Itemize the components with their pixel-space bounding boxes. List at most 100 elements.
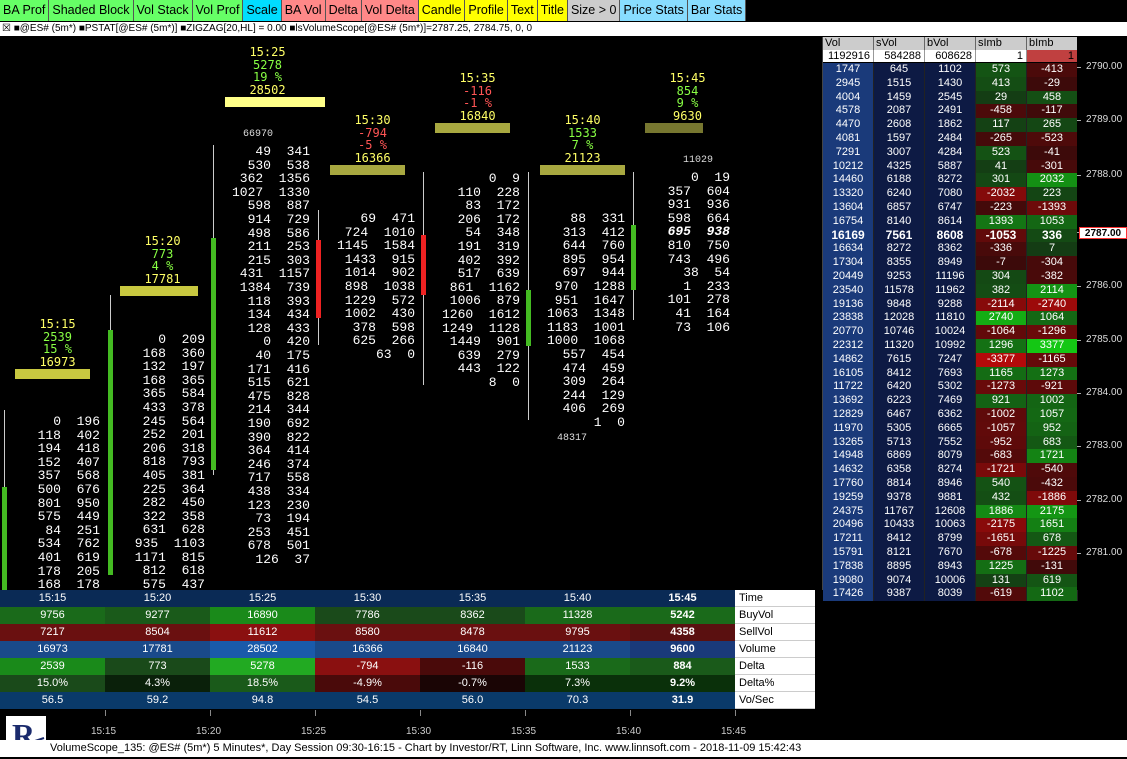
price-table-cell: 11810 (925, 311, 976, 326)
stats-cell: 28502 (210, 641, 315, 658)
price-table-cell: 6240 (874, 187, 925, 201)
footprint-row: 500 676 (37, 482, 100, 497)
price-table-cell: -619 (976, 587, 1027, 602)
price-table-row: 14948 6869 8079 -683 1721 (823, 449, 1078, 464)
stats-row-time: 15:15 15:20 15:25 15:30 15:35 15:40 15:45 Time (0, 590, 815, 607)
toolbar-button-text[interactable]: Text (507, 0, 538, 21)
price-table-header-bimb[interactable]: bImb (1027, 37, 1078, 50)
stats-cell: 9277 (105, 607, 210, 624)
price-table-header-svol[interactable]: sVol (874, 37, 925, 50)
toolbar-button-delta[interactable]: Delta (325, 0, 362, 21)
price-table-cell: 14460 (823, 173, 874, 188)
price-table-cell: 2608 (874, 118, 925, 132)
footprint-row: 1433 915 (344, 251, 415, 267)
footprint-row: 110 228 (457, 184, 520, 200)
price-table-cell: -131 (1027, 559, 1078, 574)
bar-max-volume-label: 48317 (557, 433, 588, 444)
stats-cell: 15:40 (525, 590, 630, 607)
price-table-header-simb[interactable]: sImb (976, 37, 1027, 50)
price-table-cell: 921 (976, 394, 1027, 408)
price-table-cell: 1747 (823, 63, 874, 77)
footprint-row: 191 319 (457, 239, 520, 254)
price-table-cell: 8949 (925, 256, 976, 270)
toolbar-button-candle[interactable]: Candle (418, 0, 466, 21)
price-table-cell: 1053 (1027, 214, 1078, 229)
price-table-cell: 1296 (976, 339, 1027, 353)
price-table-cell: 8614 (925, 214, 976, 229)
price-table-header-vol[interactable]: Vol (823, 37, 874, 50)
footprint-row: 168 365 (142, 372, 205, 388)
footprint-row: 639 279 (457, 347, 520, 363)
toolbar-button-vol-delta[interactable]: Vol Delta (361, 0, 419, 21)
bar-volume-box (330, 165, 405, 175)
stats-cell: 17781 (105, 641, 210, 658)
price-table-row: 24375 11767 12608 1886 2175 (823, 504, 1078, 519)
toolbar-button-ba-vol[interactable]: BA Vol (281, 0, 326, 21)
price-table-cell: 1102 (925, 63, 976, 77)
footprint-row: 69 471 (360, 211, 415, 226)
price-table-cell: 16169 (823, 228, 874, 243)
footprint-row: 83 172 (465, 198, 520, 214)
candle-body (211, 238, 216, 470)
footprint-row: 678 501 (247, 538, 310, 554)
toolbar-button-title[interactable]: Title (537, 0, 568, 21)
price-table-cell: 19080 (823, 573, 874, 588)
price-table-cell: 8274 (925, 463, 976, 477)
bar-volume-box (225, 97, 325, 107)
price-table-cell: -41 (1027, 145, 1078, 160)
price-table-cell: 265 (1027, 118, 1078, 132)
toolbar-button-vol-prof[interactable]: Vol Prof (192, 0, 244, 21)
price-table-row: 20449 9253 11196 304 -382 (823, 270, 1078, 284)
price-table-cell: -1651 (976, 532, 1027, 546)
stats-row-label: Time (735, 590, 815, 607)
time-tick (105, 710, 106, 716)
price-table-cell: 4004 (823, 90, 874, 105)
price-table-cell: 17760 (823, 477, 874, 491)
footprint-row: 0 19 (690, 170, 730, 185)
price-table-cell: 117 (976, 118, 1027, 132)
footprint-chart[interactable]: 15:15 2539 15 % 16973 0 196 118 402 194 418 152… (0, 37, 822, 590)
footprint-row: 598 887 (247, 198, 310, 214)
footprint-row: 73 106 (675, 319, 730, 335)
price-table-cell: 8362 (925, 242, 976, 257)
footprint-row: 63 0 (375, 347, 415, 362)
footprint-row: 1014 902 (344, 265, 415, 281)
price-table-cell: 41 (976, 159, 1027, 174)
toolbar-button-shaded-block[interactable]: Shaded Block (49, 0, 134, 21)
price-tick (1077, 393, 1081, 394)
toolbar-button-bar-stats[interactable]: Bar Stats (687, 0, 747, 21)
stats-cell: 31.9 (630, 692, 735, 709)
bar-header-text: 15:35 -116 -1 % 16840 (430, 72, 525, 122)
toolbar-button-scale[interactable]: Scale (243, 0, 282, 21)
price-table-header-bvol[interactable]: bVol (925, 37, 976, 50)
price-table-cell: 1102 (1027, 587, 1078, 602)
toolbar-button-profile[interactable]: Profile (465, 0, 508, 21)
bar-time: 15:20 (144, 234, 181, 248)
footprint-row: 313 412 (562, 224, 625, 240)
price-table-row: 19259 9378 9881 432 -1886 (823, 490, 1078, 505)
footprint-row: 515 621 (247, 375, 310, 391)
stats-row-vosec: 56.5 59.2 94.8 54.5 56.0 70.3 31.9 Vo/Sec (0, 692, 815, 709)
toolbar-button-vol-stack[interactable]: Vol Stack (133, 0, 193, 21)
toolbar-button-size-0[interactable]: Size > 0 (567, 0, 621, 21)
price-table-cell: 5713 (874, 435, 925, 450)
toolbar-button-ba-prof[interactable]: BA Prof (0, 0, 50, 21)
price-table-cell: 19136 (823, 297, 874, 312)
price-table-cell: 458 (1027, 90, 1078, 105)
footprint-row: 1027 1330 (231, 184, 310, 200)
stats-cell: 11612 (210, 624, 315, 641)
footprint-row: 861 1162 (449, 279, 520, 295)
price-table-row: 16169 7561 8608 -1053 336 (823, 228, 1078, 243)
time-axis[interactable]: 15:15 15:20 15:25 15:30 15:35 15:40 15:45 (0, 710, 822, 740)
price-scale[interactable]: 2790.00 2789.00 2788.00 2787.00 2786.00 2785.… (1077, 37, 1127, 590)
price-tick (1077, 500, 1081, 501)
price-table-row: 4004 1459 2545 29 458 (823, 90, 1078, 105)
price-table-cell: -301 (1027, 159, 1078, 174)
footprint-row: 101 278 (667, 292, 730, 308)
price-table-cell: 1886 (976, 504, 1027, 519)
footprint-row: 168 178 (37, 577, 100, 590)
price-table-cell: 1515 (874, 76, 925, 91)
toolbar-button-price-stats[interactable]: Price Stats (620, 0, 688, 21)
price-table-row: 13320 6240 7080 -2032 223 (823, 187, 1078, 201)
price-table-cell: 1165 (976, 366, 1027, 381)
